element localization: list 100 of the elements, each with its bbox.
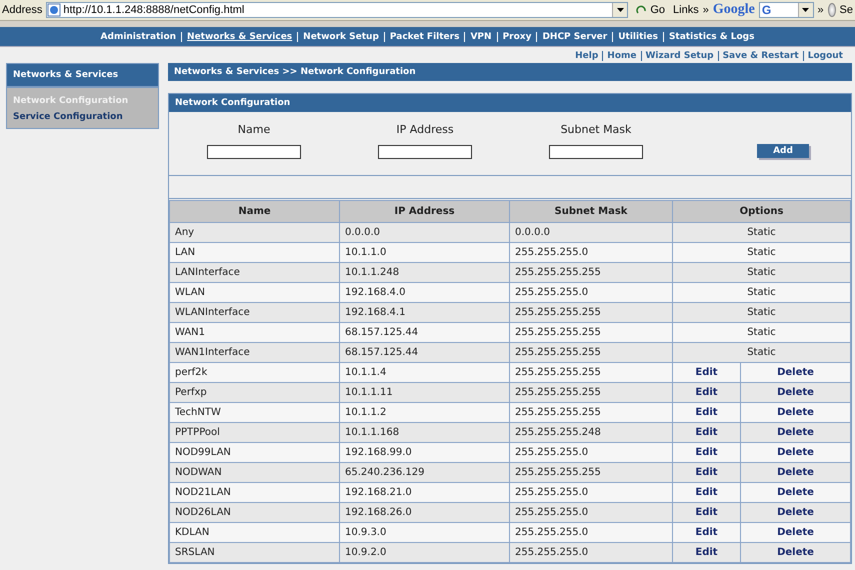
table-cell: 255.255.255.248 [510, 422, 672, 442]
nav-link[interactable]: Network Setup [297, 32, 384, 42]
nav-link[interactable]: Proxy [496, 32, 536, 42]
table-cell: perf2k [170, 362, 340, 382]
table-cell: Static [672, 222, 850, 242]
table-cell: 0.0.0.0 [510, 222, 672, 242]
row-action-link[interactable]: Delete [777, 467, 814, 478]
row-action-link[interactable]: Delete [777, 547, 814, 558]
table-cell: 10.9.2.0 [340, 542, 510, 562]
table-cell: 255.255.255.0 [510, 482, 672, 502]
table-cell: NOD99LAN [170, 442, 340, 462]
row-action-link[interactable]: Delete [777, 367, 814, 378]
field-label: Subnet Mask [560, 123, 632, 136]
table-cell: 10.1.1.0 [340, 242, 510, 262]
row-action-link[interactable]: Delete [777, 527, 814, 538]
table-cell: 192.168.4.0 [340, 282, 510, 302]
address-field[interactable]: http://10.1.1.248:8888/netConfig.html [46, 2, 628, 18]
table-cell: 255.255.255.255 [510, 362, 672, 382]
row-action-link[interactable]: Edit [695, 487, 718, 498]
field-label: Name [238, 123, 270, 136]
table-cell: Static [672, 322, 850, 342]
table-cell: 10.1.1.2 [340, 402, 510, 422]
table-cell: 10.1.1.168 [340, 422, 510, 442]
row-action-link[interactable]: Delete [777, 507, 814, 518]
row-action-link[interactable]: Edit [695, 527, 718, 538]
radio-icon[interactable] [828, 3, 836, 17]
links-label[interactable]: Links [673, 4, 699, 16]
table-cell: Static [672, 262, 850, 282]
go-button[interactable]: Go [632, 4, 670, 16]
row-action-link[interactable]: Edit [695, 387, 718, 398]
row-action-link[interactable]: Delete [777, 487, 814, 498]
table-cell: 65.240.236.129 [340, 462, 510, 482]
table-cell: WAN1Interface [170, 342, 340, 362]
utility-link[interactable]: Wizard Setup [640, 51, 718, 61]
table-cell: KDLAN [170, 522, 340, 542]
nav-link[interactable]: Administration [96, 32, 182, 42]
row-action-link[interactable]: Delete [777, 407, 814, 418]
table-cell: 255.255.255.0 [510, 242, 672, 262]
table-cell: WAN1 [170, 322, 340, 342]
utility-link[interactable]: Logout [802, 51, 847, 61]
sidebar-item[interactable]: Service Configuration [13, 112, 152, 122]
add-button[interactable]: Add [757, 144, 809, 158]
table-cell: NOD26LAN [170, 502, 340, 522]
table-cell: Any [170, 222, 340, 242]
table-cell: 255.255.255.255 [510, 302, 672, 322]
row-action-link[interactable]: Delete [777, 427, 814, 438]
row-action-link[interactable]: Delete [777, 387, 814, 398]
utility-link[interactable]: Home [602, 51, 640, 61]
row-action-link[interactable]: Edit [695, 407, 718, 418]
table-cell: 68.157.125.44 [340, 342, 510, 362]
row-action-link[interactable]: Edit [695, 507, 718, 518]
table-cell: 68.157.125.44 [340, 322, 510, 342]
row-action-link[interactable]: Edit [695, 547, 718, 558]
table-cell: LANInterface [170, 262, 340, 282]
table-cell: 10.1.1.11 [340, 382, 510, 402]
nav-link[interactable]: VPN [464, 32, 497, 42]
input-field[interactable] [378, 145, 472, 159]
table-cell: PPTPPool [170, 422, 340, 442]
table-cell: WLAN [170, 282, 340, 302]
table-cell: 255.255.255.255 [510, 322, 672, 342]
toolbar-chevron[interactable]: » [818, 4, 824, 16]
utility-link[interactable]: Save & Restart [718, 51, 803, 61]
row-action-link[interactable]: Delete [777, 447, 814, 458]
links-chevron[interactable]: » [702, 4, 709, 16]
input-field[interactable] [207, 145, 301, 159]
table-cell: 192.168.99.0 [340, 442, 510, 462]
table-cell: 255.255.255.255 [510, 262, 672, 282]
row-action-link[interactable]: Edit [695, 467, 718, 478]
table-cell: NODWAN [170, 462, 340, 482]
row-action-link[interactable]: Edit [695, 367, 718, 378]
nav-link[interactable]: Statistics & Logs [662, 32, 760, 42]
table-cell: 255.255.255.255 [510, 382, 672, 402]
table-cell: WLANInterface [170, 302, 340, 322]
row-action-link[interactable]: Edit [695, 447, 718, 458]
table-cell: 255.255.255.0 [510, 282, 672, 302]
breadcrumb: Networks & Services >> Network Configuration [168, 63, 852, 81]
input-field[interactable] [549, 145, 643, 159]
table-cell: LAN [170, 242, 340, 262]
utility-link[interactable]: Help [571, 51, 602, 61]
page-icon [47, 3, 62, 17]
table-cell: 192.168.4.1 [340, 302, 510, 322]
nav-link[interactable]: DHCP Server [536, 32, 612, 42]
table-cell: 255.255.255.255 [510, 402, 672, 422]
table-cell: Static [672, 242, 850, 262]
table-cell: 255.255.255.255 [510, 342, 672, 362]
toolbar-label[interactable]: Se [840, 4, 853, 16]
column-header: Subnet Mask [510, 200, 672, 222]
table-cell: 255.255.255.255 [510, 462, 672, 482]
address-label: Address [2, 4, 42, 16]
nav-link[interactable]: Networks & Services [181, 32, 298, 42]
table-cell: 255.255.255.0 [510, 442, 672, 462]
table-cell: 10.1.1.248 [340, 262, 510, 282]
nav-link[interactable]: Utilities [612, 32, 663, 42]
column-header: Options [672, 200, 850, 222]
table-cell: SRSLAN [170, 542, 340, 562]
nav-link[interactable]: Packet Filters [384, 32, 464, 42]
search-logo: Google [712, 2, 755, 18]
search-field[interactable]: G [758, 2, 814, 18]
row-action-link[interactable]: Edit [695, 427, 718, 438]
table-cell: 255.255.255.0 [510, 502, 672, 522]
